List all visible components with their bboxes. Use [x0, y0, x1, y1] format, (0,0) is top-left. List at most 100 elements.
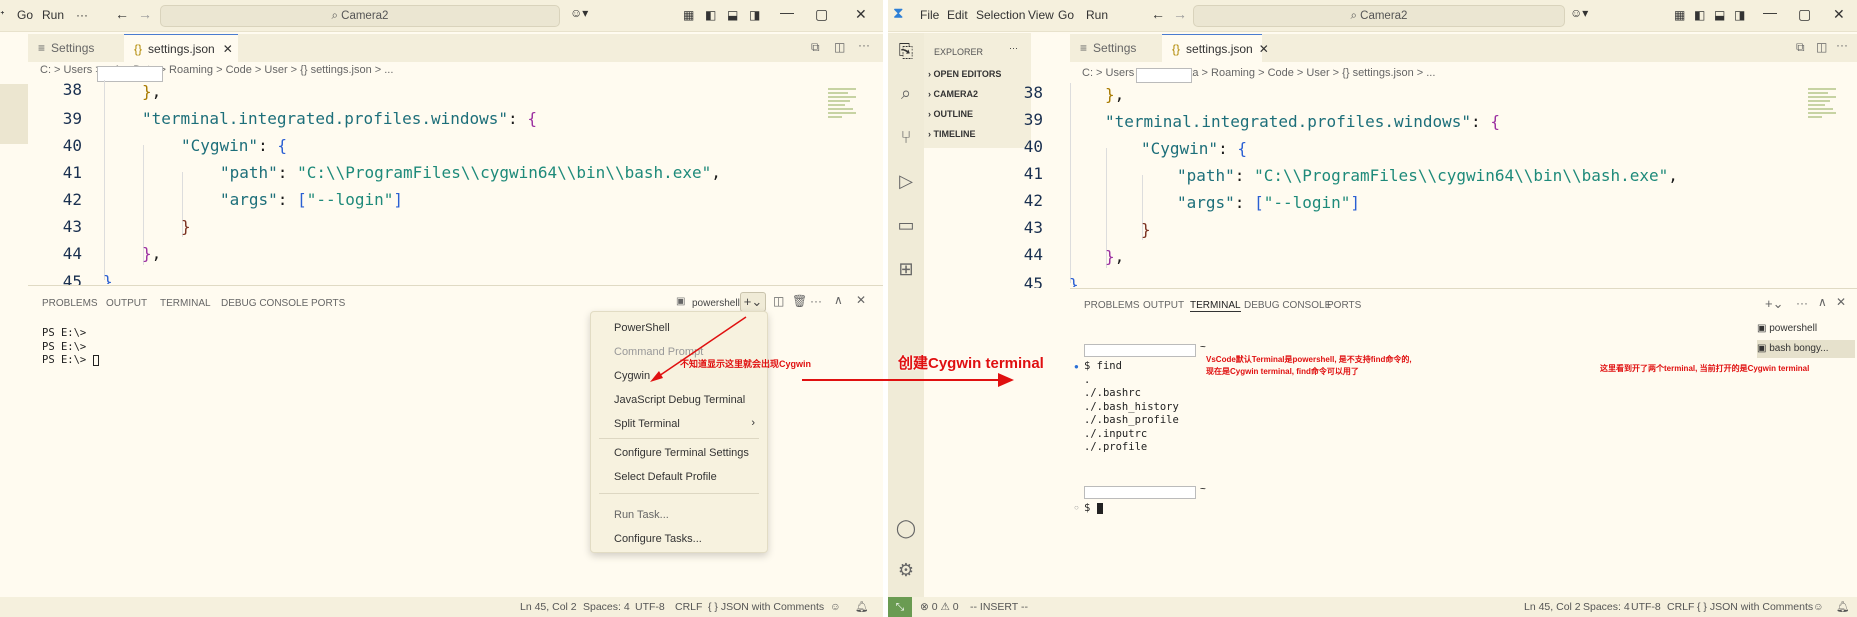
maximize-panel-icon[interactable]: ∧ [1818, 295, 1827, 309]
tab-problems[interactable]: PROBLEMS [42, 298, 98, 309]
status-eol[interactable]: CRLF [675, 597, 702, 617]
forward-arrow-icon[interactable]: → [138, 6, 152, 22]
menu-item-configure-tasks[interactable]: Configure Tasks... [614, 533, 702, 545]
more-actions-icon[interactable]: ··· [1836, 38, 1848, 52]
split-editor-icon[interactable]: ◫ [1816, 40, 1827, 54]
open-settings-icon[interactable]: ⧉ [811, 40, 820, 55]
layout-icon[interactable]: ▦ [1674, 8, 1685, 22]
menu-item-configure-terminal[interactable]: Configure Terminal Settings [614, 447, 749, 459]
terminal-item-bash[interactable]: ▣ bash bongy... [1757, 340, 1855, 358]
tab-debug-console[interactable]: DEBUG CONSOLE [1244, 300, 1331, 311]
tab-terminal[interactable]: TERMINAL [160, 298, 211, 309]
menu-item-js-debug-terminal[interactable]: JavaScript Debug Terminal [614, 394, 745, 406]
status-cursor-position[interactable]: Ln 45, Col 2 [520, 597, 577, 617]
remote-explorer-icon[interactable]: ▭ [888, 215, 924, 236]
new-terminal-dropdown[interactable]: +⌄ [1765, 296, 1783, 312]
maximize-button[interactable]: ▢ [1798, 6, 1811, 23]
toggle-secondary-icon[interactable]: ◨ [1734, 8, 1745, 22]
menu-item-select-default-profile[interactable]: Select Default Profile [614, 471, 717, 483]
tab-output[interactable]: OUTPUT [1143, 300, 1184, 311]
more-icon[interactable]: ··· [1796, 296, 1808, 310]
menu-go[interactable]: Go [1058, 8, 1074, 22]
explorer-more-icon[interactable]: ··· [1009, 43, 1018, 53]
shell-label[interactable]: powershell [692, 298, 740, 309]
copilot-icon[interactable]: ☺▾ [570, 6, 588, 20]
terminal-item-powershell[interactable]: ▣ powershell [1757, 320, 1855, 338]
section-open-editors[interactable]: › OPEN EDITORS [928, 69, 1001, 79]
search-icon[interactable]: ⌕ [888, 83, 924, 104]
notifications-icon[interactable]: 🔔︎ [1836, 597, 1849, 617]
copilot-icon[interactable]: ☺▾ [1570, 6, 1588, 20]
tab-settings[interactable]: ≡ Settings [1070, 34, 1160, 62]
copilot-status-icon[interactable]: ☺ [1813, 597, 1824, 617]
status-eol[interactable]: CRLF [1667, 597, 1694, 617]
toggle-sidebar-icon[interactable]: ◧ [705, 8, 716, 22]
tab-settings-json[interactable]: {} settings.json ✕ [124, 34, 238, 62]
status-encoding[interactable]: UTF-8 [1631, 597, 1661, 617]
account-icon[interactable]: ◯ [888, 518, 924, 539]
back-arrow-icon[interactable]: ← [115, 6, 129, 22]
more-icon[interactable]: ··· [810, 294, 822, 308]
maximize-button[interactable]: ▢ [815, 6, 828, 23]
tab-ports[interactable]: PORTS [1327, 300, 1361, 311]
close-button[interactable]: ✕ [1833, 6, 1845, 23]
menu-item-powershell[interactable]: PowerShell [614, 322, 670, 334]
more-actions-icon[interactable]: ··· [858, 38, 870, 52]
terminal-prompt[interactable]: $ [1084, 502, 1103, 516]
maximize-panel-icon[interactable]: ∧ [834, 293, 843, 307]
menu-go[interactable]: Go [17, 8, 33, 22]
tab-terminal[interactable]: TERMINAL [1190, 300, 1241, 312]
status-language[interactable]: { } JSON with Comments [1697, 597, 1813, 617]
menu-run[interactable]: Run [42, 8, 64, 22]
section-camera2[interactable]: › CAMERA2 [928, 89, 978, 99]
section-outline[interactable]: › OUTLINE [928, 109, 973, 119]
toggle-panel-icon[interactable]: ⬓ [727, 8, 738, 22]
split-editor-icon[interactable]: ◫ [834, 40, 845, 54]
toggle-panel-icon[interactable]: ⬓ [1714, 8, 1725, 22]
close-tab-icon[interactable]: ✕ [1259, 42, 1269, 56]
toggle-secondary-icon[interactable]: ◨ [749, 8, 760, 22]
status-indentation[interactable]: Spaces: 4 [583, 597, 630, 617]
minimize-button[interactable]: — [780, 4, 794, 20]
menu-item-split-terminal[interactable]: Split Terminal [614, 418, 680, 430]
tab-settings-json[interactable]: {} settings.json ✕ [1162, 34, 1269, 62]
section-timeline[interactable]: › TIMELINE [928, 129, 976, 139]
status-cursor-position[interactable]: Ln 45, Col 2 [1524, 597, 1581, 617]
layout-icon[interactable]: ▦ [683, 8, 694, 22]
menu-item-run-task[interactable]: Run Task... [614, 509, 669, 521]
minimize-button[interactable]: — [1763, 4, 1777, 20]
menu-item-cygwin[interactable]: Cygwin [614, 370, 650, 382]
status-problems[interactable]: ⊗ 0 ⚠ 0 [920, 597, 959, 617]
notifications-icon[interactable]: 🔔︎ [855, 597, 868, 617]
menu-edit[interactable]: Edit [947, 8, 968, 22]
menu-more[interactable]: ··· [76, 8, 88, 22]
command-center-search[interactable]: ⌕ Camera2 [160, 5, 560, 27]
breadcrumb[interactable]: C: > Users > > AppData > Roaming > Code … [1082, 67, 1435, 87]
status-encoding[interactable]: UTF-8 [635, 597, 665, 617]
tab-problems[interactable]: PROBLEMS [1084, 300, 1140, 311]
remote-indicator-icon[interactable]: ⤡ [888, 597, 912, 617]
close-panel-icon[interactable]: ✕ [856, 293, 866, 307]
tab-settings[interactable]: ≡ Settings [28, 34, 122, 62]
extensions-icon[interactable]: ⊞ [888, 259, 924, 280]
menu-selection[interactable]: Selection [976, 8, 1025, 22]
tab-output[interactable]: OUTPUT [106, 298, 147, 309]
tab-ports[interactable]: PORTS [311, 298, 345, 309]
trash-icon[interactable]: 🗑 [792, 294, 807, 308]
forward-arrow-icon[interactable]: → [1173, 6, 1187, 22]
tab-debug-console[interactable]: DEBUG CONSOLE [221, 298, 308, 309]
menu-run[interactable]: Run [1086, 8, 1108, 22]
toggle-sidebar-icon[interactable]: ◧ [1694, 8, 1705, 22]
minimap[interactable] [1808, 86, 1836, 146]
close-tab-icon[interactable]: ✕ [223, 42, 233, 56]
menu-file[interactable]: File [920, 8, 939, 22]
status-language[interactable]: { } JSON with Comments [708, 597, 824, 617]
status-indentation[interactable]: Spaces: 4 [1583, 597, 1630, 617]
split-terminal-icon[interactable]: ◫ [773, 294, 784, 308]
menu-view[interactable]: View [1028, 8, 1054, 22]
command-center-search[interactable]: ⌕ Camera2 [1193, 5, 1565, 27]
terminal-output[interactable]: PS E:\> PS E:\> PS E:\> [42, 327, 99, 368]
open-settings-icon[interactable]: ⧉ [1796, 40, 1805, 55]
source-control-icon[interactable]: ⑂ [888, 127, 924, 148]
explorer-icon[interactable]: ⎘ [888, 41, 924, 62]
